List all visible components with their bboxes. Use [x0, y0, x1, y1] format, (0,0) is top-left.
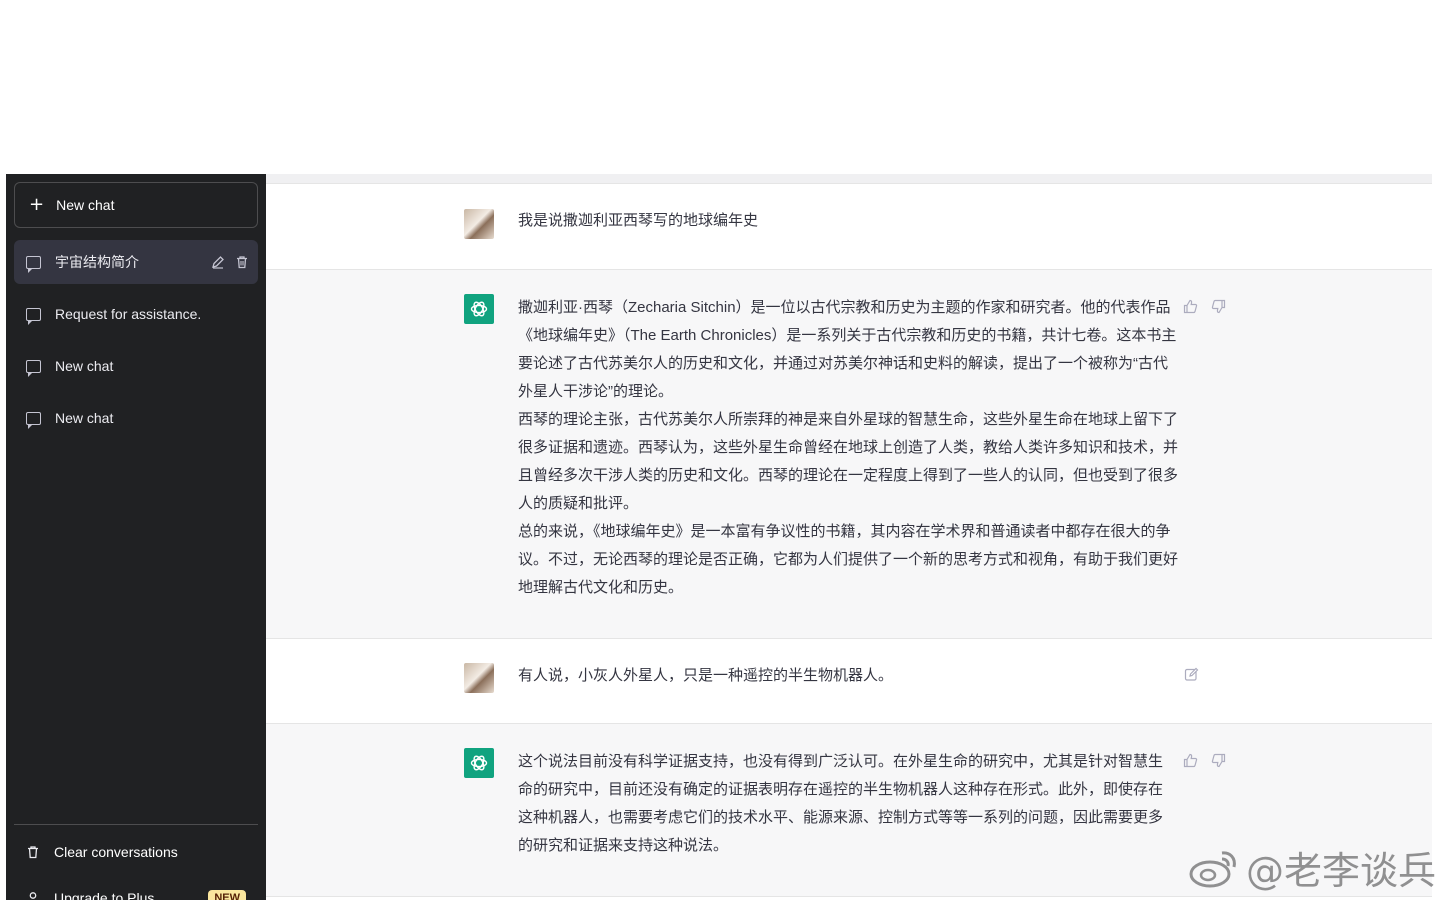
sidebar-item-conversation[interactable]: New chat: [14, 344, 258, 388]
thumbs-up-icon[interactable]: [1182, 752, 1198, 768]
sidebar-item-conversation[interactable]: 宇宙结构简介: [14, 240, 258, 284]
thumbs-down-icon[interactable]: [1210, 752, 1226, 768]
message-text: 我是说撒迦利亚西琴写的地球编年史: [518, 212, 759, 229]
openai-logo-icon: [470, 301, 488, 317]
plus-icon: +: [29, 194, 45, 215]
chat-bubble-icon: [26, 359, 41, 377]
sidebar-item-conversation[interactable]: Request for assistance.: [14, 292, 258, 336]
trash-icon: [26, 845, 40, 859]
clear-conversations-button[interactable]: Clear conversations: [14, 830, 258, 874]
message-text: 这个说法目前没有科学证据支持，也没有得到广泛认可。在外星生命的研究中，尤其是针对…: [518, 748, 1163, 860]
assistant-avatar: [464, 748, 494, 778]
chat-bubble-icon: [26, 307, 41, 325]
thumbs-up-icon[interactable]: [1182, 298, 1198, 314]
user-avatar: [464, 209, 494, 239]
conversation-label: New chat: [55, 410, 114, 426]
sidebar: + New chat 宇宙结构简介 Request for assistance…: [6, 174, 266, 900]
conversation-label: Request for assistance.: [55, 306, 202, 322]
message-text: 撒迦利亚·西琴（Zecharia Sitchin）是一位以古代宗教和历史为主题的…: [518, 294, 1178, 602]
trash-icon[interactable]: [234, 254, 250, 270]
sidebar-divider: [14, 824, 258, 825]
thumbs-down-icon[interactable]: [1210, 298, 1226, 314]
message-paragraph: 撒迦利亚·西琴（Zecharia Sitchin）是一位以古代宗教和历史为主题的…: [518, 299, 1177, 400]
conversation-label: 宇宙结构简介: [55, 254, 139, 270]
chat-bubble-icon: [26, 255, 41, 273]
feedback-buttons: [1182, 298, 1226, 314]
message-paragraph: 总的来说，《地球编年史》是一本富有争议性的书籍，其内容在学术界和普通读者中都存在…: [518, 523, 1179, 596]
user-icon: [26, 891, 40, 900]
message-paragraph: 西琴的理论主张，古代苏美尔人所崇拜的神是来自外星球的智慧生命，这些外星生命在地球…: [518, 411, 1179, 512]
user-message: 我是说撒迦利亚西琴写的地球编年史: [266, 184, 1432, 270]
edit-message-icon[interactable]: [1184, 667, 1200, 683]
assistant-message: 这个说法目前没有科学证据支持，也没有得到广泛认可。在外星生命的研究中，尤其是针对…: [266, 724, 1432, 897]
conversation-label: New chat: [55, 358, 114, 374]
openai-logo-icon: [470, 755, 488, 771]
chat-bubble-icon: [26, 411, 41, 429]
sidebar-item-conversation[interactable]: New chat: [14, 396, 258, 440]
top-strip: [266, 174, 1432, 184]
message-text: 有人说，小灰人外星人，只是一种遥控的半生物机器人。: [518, 667, 894, 684]
upgrade-label: Upgrade to Plus: [54, 890, 155, 900]
edit-icon[interactable]: [210, 254, 226, 270]
user-avatar: [464, 663, 494, 693]
message-paragraph: 这个说法目前没有科学证据支持，也没有得到广泛认可。在外星生命的研究中，尤其是针对…: [518, 753, 1164, 854]
new-chat-label: New chat: [56, 197, 115, 213]
chat-app: + New chat 宇宙结构简介 Request for assistance…: [6, 174, 1432, 900]
user-message: 有人说，小灰人外星人，只是一种遥控的半生物机器人。: [266, 639, 1432, 724]
conversation-panel: 我是说撒迦利亚西琴写的地球编年史 撒迦利亚·西琴（Zecharia Sitchi…: [266, 174, 1432, 900]
new-chat-button[interactable]: + New chat: [14, 182, 258, 228]
clear-conversations-label: Clear conversations: [54, 844, 178, 860]
assistant-message: 撒迦利亚·西琴（Zecharia Sitchin）是一位以古代宗教和历史为主题的…: [266, 270, 1432, 639]
new-badge: NEW: [208, 890, 246, 900]
assistant-avatar: [464, 294, 494, 324]
upgrade-to-plus-button[interactable]: Upgrade to Plus NEW: [14, 876, 258, 900]
feedback-buttons: [1182, 752, 1226, 768]
